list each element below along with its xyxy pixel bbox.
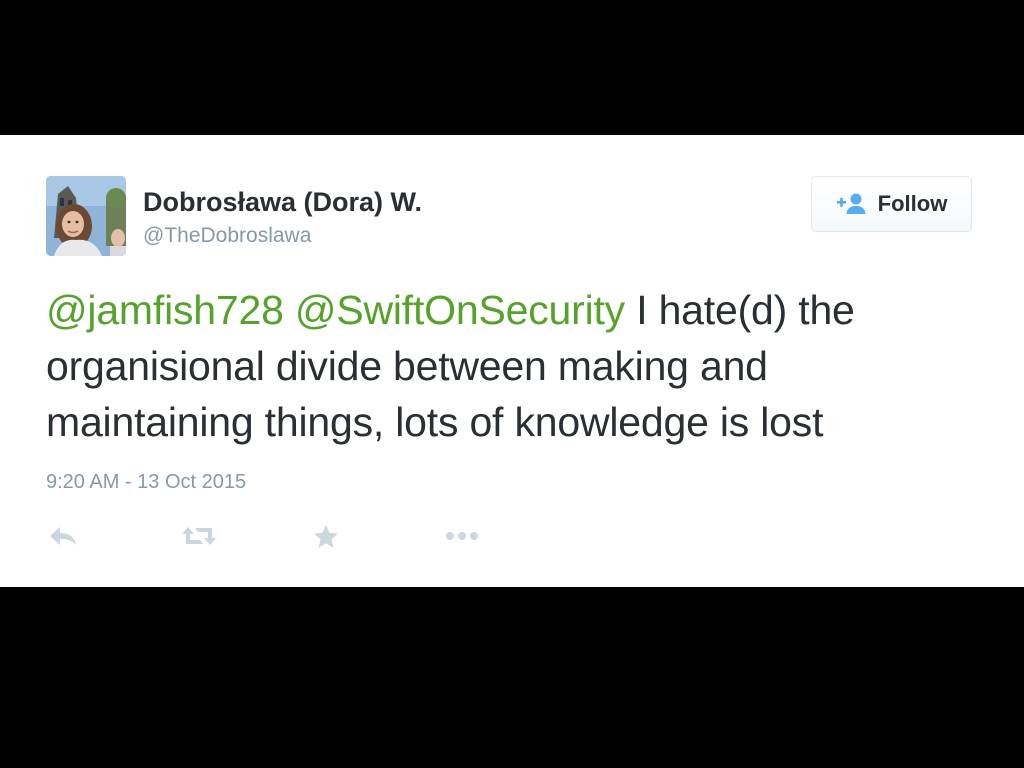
retweet-icon: [182, 527, 216, 545]
more-dots-icon: [446, 532, 478, 540]
follow-label: Follow: [877, 191, 948, 216]
timestamp[interactable]: 9:20 AM - 13 Oct 2015: [46, 471, 246, 494]
display-name[interactable]: Dobrosława (Dora) W.: [143, 187, 422, 218]
mention-link-1[interactable]: @jamfish728: [46, 287, 284, 333]
more-button[interactable]: [445, 521, 479, 551]
reply-button[interactable]: [48, 521, 80, 551]
add-user-icon: [836, 192, 866, 216]
reply-icon: [50, 527, 76, 545]
screen-name[interactable]: @TheDobroslawa: [143, 224, 311, 248]
avatar[interactable]: [46, 176, 126, 256]
follow-button[interactable]: Follow: [811, 176, 972, 232]
tweet-card: Dobrosława (Dora) W. @TheDobroslawa Foll…: [0, 135, 1024, 587]
star-icon: [314, 524, 338, 548]
letterbox-background: Dobrosława (Dora) W. @TheDobroslawa Foll…: [0, 0, 1024, 768]
retweet-button[interactable]: [181, 521, 217, 551]
favorite-button[interactable]: [313, 521, 341, 551]
tweet-text: @jamfish728 @SwiftOnSecurity I hate(d) t…: [46, 282, 986, 450]
mention-link-2[interactable]: @SwiftOnSecurity: [295, 287, 625, 333]
profile-photo-icon: [46, 176, 126, 256]
